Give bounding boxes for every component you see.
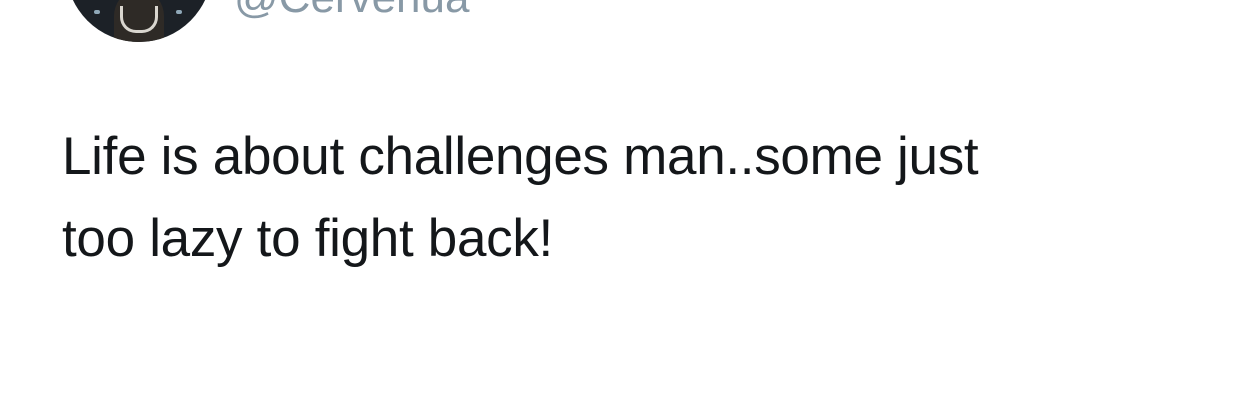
avatar-chain — [120, 6, 158, 33]
tweet-text: Life is about challenges man..some just … — [62, 116, 1192, 280]
tweet-card: @Cervenua Life is about challenges man..… — [0, 0, 1241, 413]
author-handle[interactable]: @Cervenua — [234, 0, 469, 20]
avatar[interactable] — [66, 0, 212, 42]
avatar-detail-right — [176, 10, 182, 14]
tweet-text-line-1: Life is about challenges man..some just — [62, 127, 979, 186]
tweet-text-line-2: too lazy to fight back! — [62, 209, 553, 268]
avatar-detail-left — [94, 10, 100, 14]
